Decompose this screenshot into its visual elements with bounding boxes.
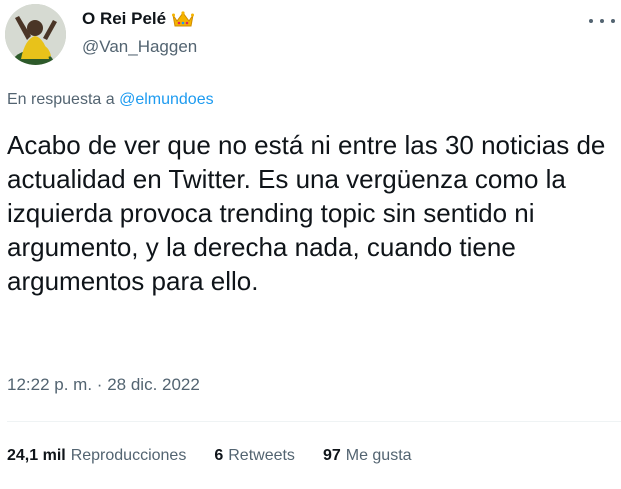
display-name[interactable]: O Rei Pelé bbox=[82, 9, 166, 29]
more-horizontal-icon-dot-3 bbox=[611, 19, 615, 23]
retweets-label: Retweets bbox=[228, 447, 295, 464]
more-horizontal-icon bbox=[589, 19, 593, 23]
avatar[interactable] bbox=[5, 4, 66, 65]
timestamp-separator: · bbox=[96, 375, 103, 394]
tweet-text: Acabo de ver que no está ni entre las 30… bbox=[7, 130, 613, 296]
tweet-time-link[interactable]: 12:22 p. m. · 28 dic. 2022 bbox=[7, 375, 200, 394]
user-name-row: O Rei Pelé bbox=[82, 9, 195, 29]
reply-context: En respuesta a @elmundoes bbox=[7, 91, 214, 109]
likes-count: 97 bbox=[322, 447, 341, 464]
retweets-count: 6 bbox=[214, 447, 224, 464]
retweets-stat[interactable]: 6 Retweets bbox=[214, 447, 295, 465]
reply-prefix: En respuesta a bbox=[7, 91, 115, 108]
tweet-time: 12:22 p. m. bbox=[7, 375, 93, 394]
user-handle[interactable]: @Van_Haggen bbox=[82, 37, 197, 57]
crown-icon bbox=[172, 10, 195, 28]
avatar-photo bbox=[5, 4, 66, 65]
likes-label: Me gusta bbox=[345, 447, 412, 464]
reply-mention-link[interactable]: @elmundoes bbox=[119, 91, 214, 108]
views-label: Reproducciones bbox=[70, 447, 187, 464]
views-count: 24,1 mil bbox=[7, 447, 66, 464]
tweet-stats: 24,1 mil Reproducciones 6 Retweets 97 Me… bbox=[7, 447, 440, 465]
more-options-button[interactable] bbox=[589, 12, 615, 30]
divider bbox=[7, 421, 621, 422]
views-stat[interactable]: 24,1 mil Reproducciones bbox=[7, 447, 186, 465]
tweet-date: 28 dic. 2022 bbox=[107, 375, 200, 394]
tweet-timestamp: 12:22 p. m. · 28 dic. 2022 bbox=[7, 375, 200, 395]
more-horizontal-icon-dot-2 bbox=[600, 19, 604, 23]
likes-stat[interactable]: 97 Me gusta bbox=[323, 447, 412, 465]
